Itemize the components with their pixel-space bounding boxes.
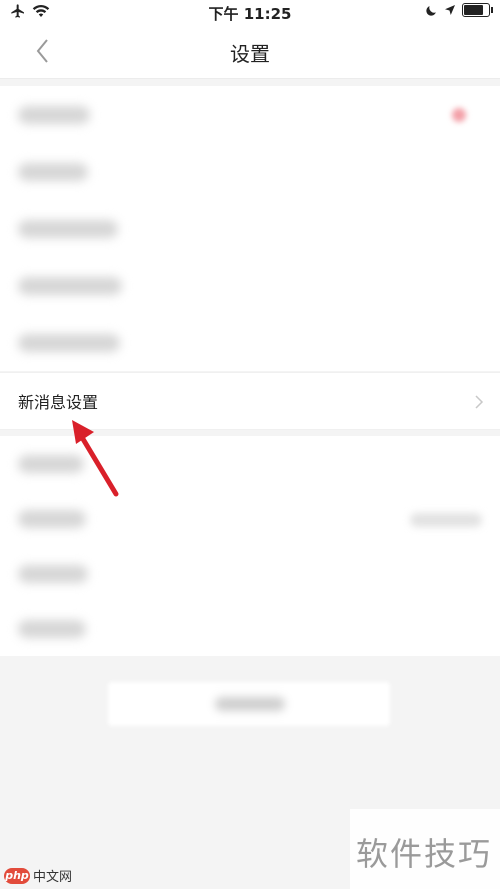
blurred-label bbox=[18, 564, 88, 583]
blurred-label bbox=[18, 219, 118, 238]
status-right bbox=[425, 3, 493, 17]
settings-row[interactable] bbox=[0, 200, 500, 257]
navigation-bar: 设置 bbox=[0, 26, 500, 79]
settings-group-account bbox=[0, 86, 500, 371]
settings-row[interactable] bbox=[0, 314, 500, 371]
php-logo-text: 中文网 bbox=[33, 870, 73, 885]
settings-row[interactable] bbox=[0, 491, 500, 546]
settings-row[interactable] bbox=[0, 546, 500, 601]
blurred-label bbox=[18, 276, 122, 295]
status-bar: 下午 11:25 bbox=[0, 0, 500, 26]
battery-level bbox=[464, 5, 483, 15]
chevron-right-icon bbox=[475, 395, 484, 409]
settings-row[interactable] bbox=[0, 257, 500, 314]
settings-row[interactable] bbox=[0, 601, 500, 656]
annotation-arrow bbox=[72, 420, 119, 497]
logout-button[interactable] bbox=[108, 682, 390, 726]
moon-icon bbox=[426, 5, 436, 16]
location-icon bbox=[445, 5, 455, 15]
php-badge: php bbox=[4, 867, 30, 884]
battery-icon bbox=[462, 3, 493, 17]
settings-row[interactable] bbox=[0, 143, 500, 200]
page-title: 设置 bbox=[230, 42, 270, 66]
watermark-text: 软件技巧 bbox=[355, 835, 492, 873]
new-message-settings-label: 新消息设置 bbox=[18, 393, 99, 412]
php-logo: php 中文网 bbox=[4, 866, 72, 885]
watermark: 软件技巧 bbox=[350, 809, 500, 889]
blurred-label bbox=[215, 697, 285, 711]
notification-dot bbox=[452, 108, 466, 122]
blurred-label bbox=[18, 333, 120, 352]
blurred-value bbox=[410, 513, 482, 527]
blurred-label bbox=[18, 619, 86, 638]
blurred-label bbox=[18, 162, 88, 181]
blurred-label bbox=[18, 105, 90, 124]
blurred-label bbox=[18, 509, 86, 528]
settings-row[interactable] bbox=[0, 86, 500, 143]
